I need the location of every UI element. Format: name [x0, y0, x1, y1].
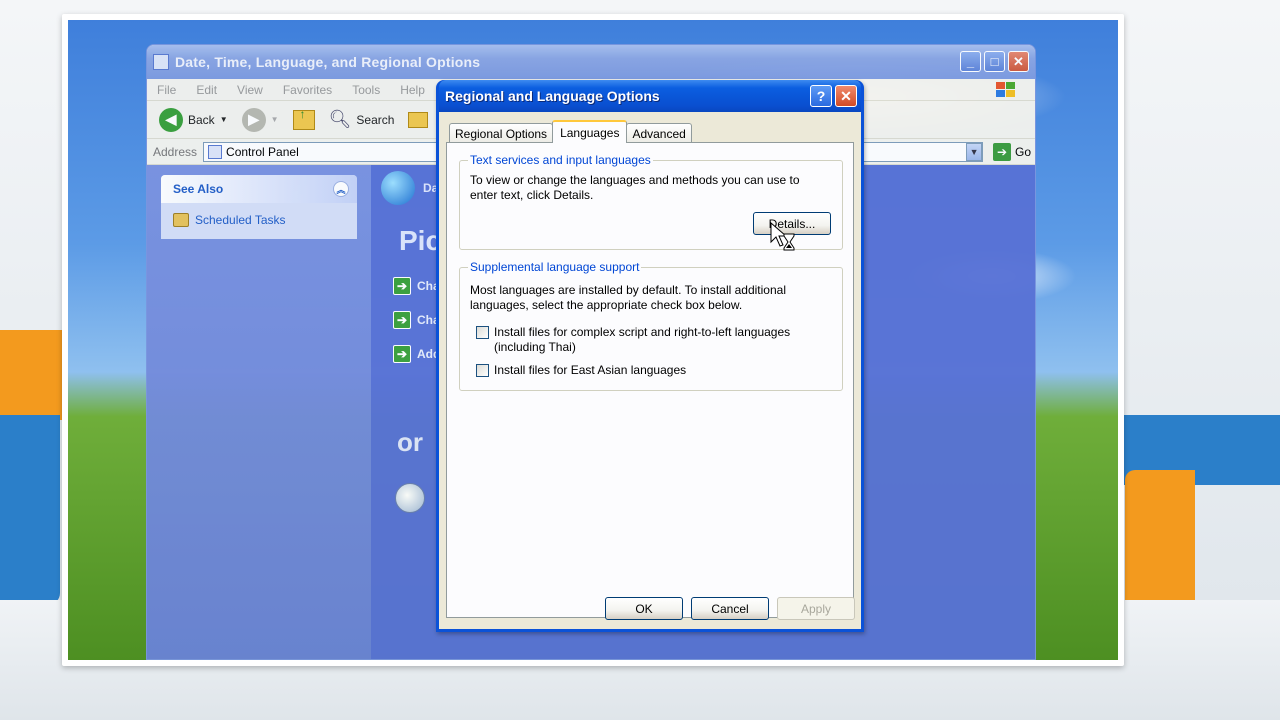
- control-panel-icon: [208, 144, 223, 159]
- chevron-down-icon[interactable]: ▼: [271, 115, 279, 124]
- complex-script-checkbox[interactable]: [476, 326, 489, 339]
- date-time-icon[interactable]: [395, 483, 425, 513]
- see-also-item-label: Scheduled Tasks: [195, 213, 286, 227]
- dialog-body: Regional Options Languages Advanced Text…: [439, 112, 861, 629]
- explorer-titlebar[interactable]: Date, Time, Language, and Regional Optio…: [147, 45, 1035, 79]
- complex-script-label: Install files for complex script and rig…: [494, 325, 791, 354]
- search-button[interactable]: 🔍︎ Search: [325, 107, 399, 132]
- back-button[interactable]: ◀ Back ▼: [155, 106, 232, 134]
- back-arrow-icon: ◀: [159, 107, 183, 132]
- address-dropdown-icon[interactable]: ▼: [966, 142, 983, 161]
- busy-cursor-icon: [770, 222, 795, 251]
- dialog-close-button[interactable]: ✕: [835, 85, 857, 107]
- help-button[interactable]: ?: [810, 85, 832, 107]
- dialog-titlebar[interactable]: Regional and Language Options ? ✕: [439, 80, 861, 112]
- menu-favorites[interactable]: Favorites: [283, 83, 332, 97]
- search-icon: 🔍︎: [328, 109, 352, 129]
- task-pane: See Also ︽ Scheduled Tasks: [147, 165, 371, 659]
- text-services-title: Text services and input languages: [468, 153, 653, 167]
- explorer-title: Date, Time, Language, and Regional Optio…: [175, 54, 481, 70]
- arrow-icon: ➔: [393, 277, 411, 295]
- complex-script-checkbox-row[interactable]: Install files for complex script and rig…: [476, 325, 832, 355]
- menu-edit[interactable]: Edit: [196, 83, 217, 97]
- decor-shape: [1125, 470, 1195, 620]
- supplemental-title: Supplemental language support: [468, 260, 642, 274]
- supplemental-language-group: Supplemental language support Most langu…: [459, 260, 843, 391]
- supplemental-description: Most languages are installed by default.…: [470, 283, 786, 312]
- text-services-description: To view or change the languages and meth…: [470, 173, 800, 202]
- address-value: Control Panel: [226, 144, 299, 159]
- collapse-icon[interactable]: ︽: [333, 181, 349, 197]
- languages-tab-panel: Text services and input languages To vie…: [446, 142, 854, 618]
- see-also-panel: See Also ︽ Scheduled Tasks: [161, 175, 357, 239]
- see-also-header[interactable]: See Also ︽: [161, 175, 357, 203]
- tab-languages[interactable]: Languages: [552, 120, 628, 143]
- back-label: Back: [188, 112, 215, 127]
- task-link[interactable]: ➔ Add: [393, 345, 440, 363]
- folder-icon: [408, 111, 429, 128]
- cancel-button[interactable]: Cancel: [691, 597, 769, 620]
- east-asian-checkbox[interactable]: [476, 364, 489, 377]
- menu-tools[interactable]: Tools: [352, 83, 380, 97]
- minimize-button[interactable]: _: [960, 51, 981, 72]
- forward-button[interactable]: ▶ ▼: [238, 106, 283, 134]
- menu-help[interactable]: Help: [400, 83, 425, 97]
- regional-language-dialog[interactable]: Regional and Language Options ? ✕ Region…: [436, 80, 864, 632]
- dialog-title: Regional and Language Options: [445, 88, 660, 104]
- go-arrow-icon: ➔: [993, 142, 1012, 161]
- see-also-item-scheduled-tasks[interactable]: Scheduled Tasks: [161, 203, 357, 239]
- or-heading: or: [397, 427, 423, 457]
- control-panel-icon: [153, 54, 169, 70]
- maximize-button[interactable]: □: [984, 51, 1005, 72]
- pick-task-heading: Pic: [399, 225, 442, 256]
- ok-button[interactable]: OK: [605, 597, 683, 620]
- windows-logo-icon: [996, 82, 1015, 97]
- arrow-icon: ➔: [393, 345, 411, 363]
- task-link[interactable]: ➔ Cha: [393, 311, 440, 329]
- apply-button[interactable]: Apply: [777, 597, 855, 620]
- east-asian-checkbox-row[interactable]: Install files for East Asian languages: [476, 363, 686, 378]
- address-label: Address: [153, 144, 198, 159]
- chevron-down-icon[interactable]: ▼: [220, 115, 228, 124]
- go-label: Go: [1015, 144, 1032, 159]
- folders-button[interactable]: [404, 110, 432, 130]
- forward-arrow-icon: ▶: [241, 107, 266, 132]
- up-folder-button[interactable]: ↑: [289, 107, 319, 132]
- menu-view[interactable]: View: [237, 83, 263, 97]
- search-label: Search: [356, 112, 395, 127]
- globe-icon: [381, 171, 415, 205]
- tab-strip: Regional Options Languages Advanced: [449, 120, 692, 143]
- tab-advanced[interactable]: Advanced: [626, 123, 692, 143]
- task-link[interactable]: ➔ Cha: [393, 277, 440, 295]
- menu-file[interactable]: File: [157, 83, 176, 97]
- decor-shape: [0, 330, 70, 420]
- up-folder-icon: ↑: [292, 107, 315, 130]
- tab-regional-options[interactable]: Regional Options: [449, 123, 554, 143]
- close-button[interactable]: ✕: [1008, 51, 1029, 72]
- go-button[interactable]: ➔ Go: [993, 142, 1032, 161]
- east-asian-label: Install files for East Asian languages: [494, 363, 687, 377]
- arrow-icon: ➔: [393, 311, 411, 329]
- see-also-title: See Also: [173, 182, 224, 196]
- decor-shape: [0, 415, 60, 605]
- scheduled-tasks-icon: [173, 213, 189, 227]
